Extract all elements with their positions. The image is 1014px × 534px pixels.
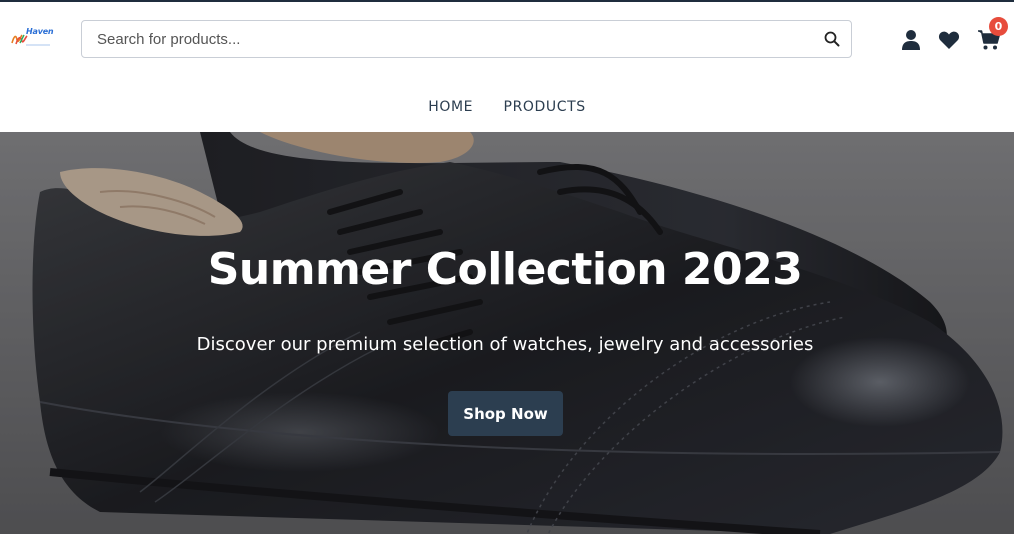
search-bar bbox=[81, 20, 852, 58]
nav-link-home[interactable]: HOME bbox=[428, 96, 473, 118]
heart-icon bbox=[938, 31, 960, 49]
hero-banner: Summer Collection 2023 Discover our prem… bbox=[0, 132, 1014, 534]
logo-text: Haven bbox=[26, 27, 54, 36]
account-button[interactable] bbox=[900, 29, 922, 51]
user-icon bbox=[902, 30, 920, 50]
brand-logo[interactable]: Haven bbox=[10, 26, 54, 48]
hero-overlay bbox=[0, 132, 1014, 534]
site-header: Haven 0 HOME PRODUCTS bbox=[0, 2, 1014, 132]
cart-count-badge: 0 bbox=[989, 17, 1008, 36]
wishlist-button[interactable] bbox=[938, 30, 960, 50]
search-icon bbox=[824, 31, 840, 47]
search-input[interactable] bbox=[82, 21, 812, 57]
nav-link-products[interactable]: PRODUCTS bbox=[504, 96, 586, 118]
main-navigation: HOME PRODUCTS bbox=[0, 96, 1014, 120]
shop-now-button[interactable]: Shop Now bbox=[448, 391, 563, 436]
hero-title: Summer Collection 2023 bbox=[207, 244, 803, 295]
search-button[interactable] bbox=[823, 30, 841, 48]
hero-subtitle: Discover our premium selection of watche… bbox=[196, 334, 814, 355]
